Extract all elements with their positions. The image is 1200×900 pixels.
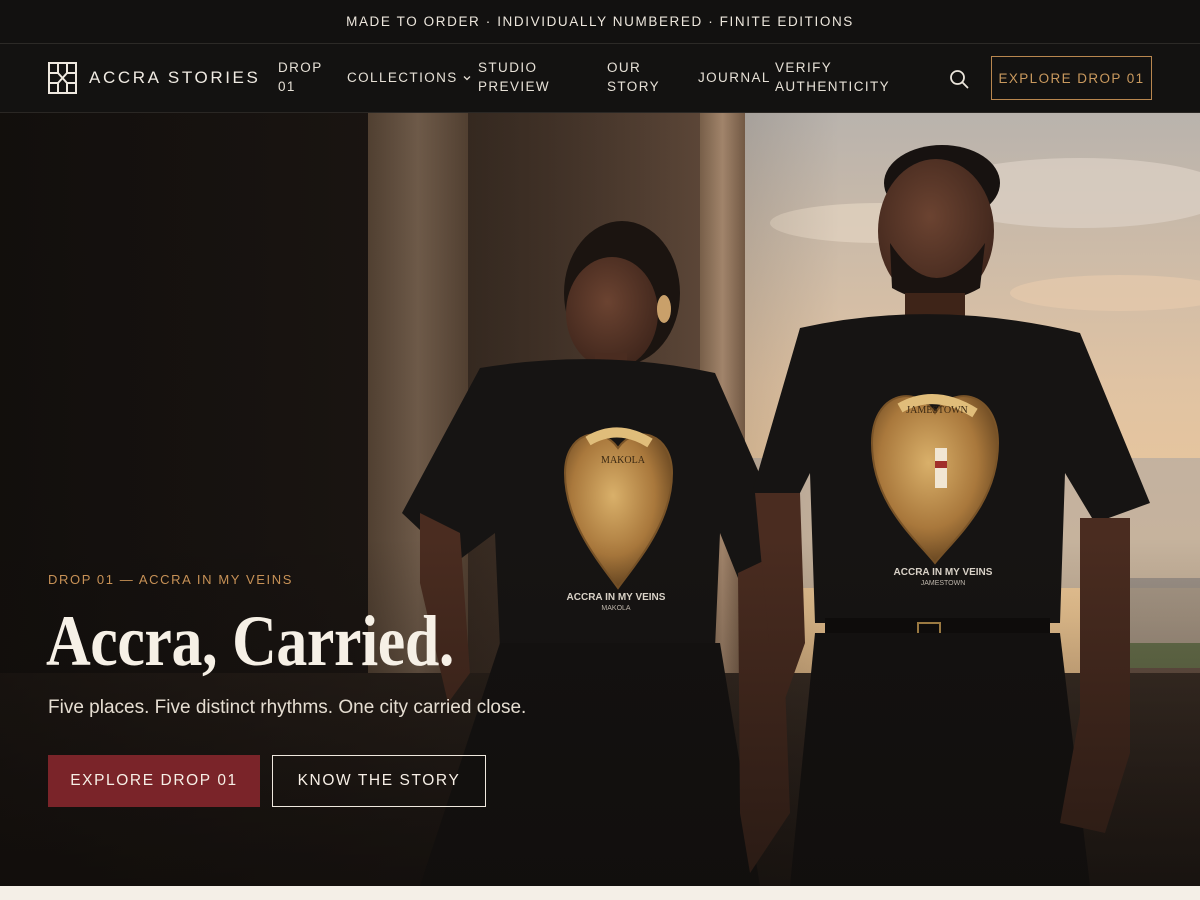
explore-drop-button[interactable]: EXPLORE DROP 01 xyxy=(48,755,260,807)
nav-verify-authenticity[interactable]: VERIFY AUTHENTICITY xyxy=(775,58,890,96)
nav-label: DROP xyxy=(278,60,323,75)
shirt-left-banner: MAKOLA xyxy=(601,455,646,466)
nav-label: STORY xyxy=(607,79,661,94)
search-icon[interactable] xyxy=(948,68,970,90)
main-nav: ACCRA STORIES DROP 01 COLLECTIONS STUDIO… xyxy=(0,44,1200,113)
nav-label: OUR xyxy=(607,60,642,75)
announcement-text: MADE TO ORDER · INDIVIDUALLY NUMBERED · … xyxy=(346,14,854,29)
nav-label: 01 xyxy=(278,79,296,94)
shirt-right-line1: ACCRA IN MY VEINS xyxy=(894,567,993,578)
page-bottom-strip xyxy=(0,886,1200,900)
nav-label: PREVIEW xyxy=(478,79,551,94)
nav-label: JOURNAL xyxy=(698,70,771,85)
hero-eyebrow: DROP 01 — ACCRA IN MY VEINS xyxy=(48,572,294,587)
nav-collections[interactable]: COLLECTIONS xyxy=(347,68,472,87)
brand-name: ACCRA STORIES xyxy=(89,68,261,87)
shirt-right-banner: JAMESTOWN xyxy=(906,405,967,416)
explore-drop-nav-button[interactable]: EXPLORE DROP 01 xyxy=(991,56,1152,100)
nav-label: STUDIO xyxy=(478,60,538,75)
nav-label: AUTHENTICITY xyxy=(775,79,891,94)
know-the-story-button[interactable]: KNOW THE STORY xyxy=(272,755,486,807)
brand[interactable]: ACCRA STORIES xyxy=(48,61,260,95)
accra-stories-logo-icon xyxy=(48,62,77,94)
nav-drop-01[interactable]: DROP 01 xyxy=(278,58,323,96)
hero-headline: Accra, Carried. xyxy=(46,601,454,681)
nav-studio-preview[interactable]: STUDIO PREVIEW xyxy=(478,58,550,96)
nav-our-story[interactable]: OUR STORY xyxy=(607,58,660,96)
nav-label: VERIFY xyxy=(775,60,833,75)
announcement-bar: MADE TO ORDER · INDIVIDUALLY NUMBERED · … xyxy=(0,0,1200,44)
shirt-right-line2: JAMESTOWN xyxy=(921,580,966,587)
shirt-left-line2: MAKOLA xyxy=(601,605,631,612)
nav-journal[interactable]: JOURNAL xyxy=(698,68,771,87)
chevron-down-icon xyxy=(463,76,471,81)
nav-label: COLLECTIONS xyxy=(347,70,458,85)
shirt-left-line1: ACCRA IN MY VEINS xyxy=(567,592,666,603)
hero-subhead: Five places. Five distinct rhythms. One … xyxy=(48,697,527,718)
